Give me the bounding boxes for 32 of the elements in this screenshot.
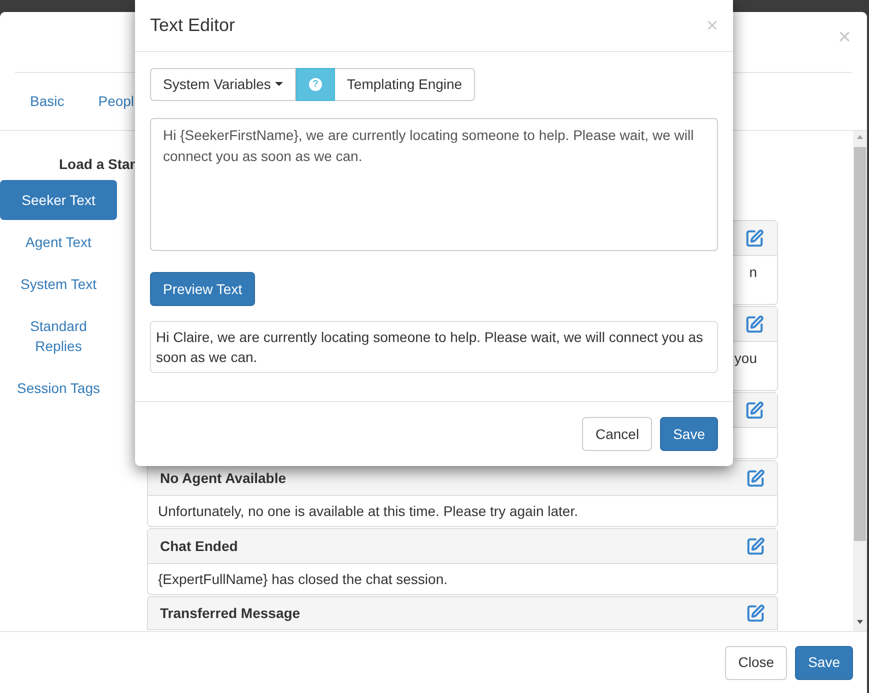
panel-title: Chat Ended xyxy=(160,536,238,556)
sidebar-item[interactable]: Agent Text xyxy=(0,222,117,262)
panel-text: Unfortunately, no one is available at this time. Please try again later. xyxy=(158,502,578,521)
tab[interactable]: Peopl xyxy=(98,91,134,112)
templating-engine-button[interactable]: Templating Engine xyxy=(334,68,476,101)
dialog-title: Text Editor xyxy=(150,14,236,37)
sidebar-item[interactable]: Session Tags xyxy=(0,368,117,408)
caret-icon xyxy=(274,82,283,87)
close-button[interactable]: Close xyxy=(725,646,788,680)
edit-icon[interactable] xyxy=(746,468,765,488)
edit-icon[interactable] xyxy=(746,536,765,556)
panel-text: {ExpertFullName} has closed the chat session. xyxy=(158,570,448,589)
edit-icon[interactable] xyxy=(746,604,765,622)
sidebar-item[interactable]: System Text xyxy=(0,264,117,304)
panel-text: n xyxy=(749,263,757,282)
sidebar-item[interactable]: Standard Replies xyxy=(0,306,117,366)
panel-text: you xyxy=(734,349,757,368)
scrollbar-drawing[interactable] xyxy=(853,131,867,631)
preview-text: Hi Claire, we are currently locating someone to help. Please wait, we will connect you as soon as we can. xyxy=(150,321,718,373)
tab[interactable]: Basic xyxy=(30,91,64,112)
edit-icon[interactable] xyxy=(745,400,764,420)
sidebar-item[interactable]: Seeker Text xyxy=(0,180,117,220)
edit-icon[interactable] xyxy=(745,228,764,248)
panel-title: Transferred Message xyxy=(160,604,300,623)
template-input-field[interactable]: Hi {SeekerFirstName}, we are currently locating someone to help. Please wait, we will connect you as soon as we can. xyxy=(150,118,718,251)
close-button[interactable]: Cancel xyxy=(582,417,652,451)
panel-title: No Agent Available xyxy=(160,468,286,488)
save-button[interactable]: Save xyxy=(660,417,718,451)
edit-icon[interactable] xyxy=(745,314,764,334)
preview-text-button[interactable]: Preview Text xyxy=(150,272,256,306)
system-variables-dropdown[interactable]: System Variables xyxy=(150,68,296,101)
save-button[interactable]: Save xyxy=(795,646,853,680)
